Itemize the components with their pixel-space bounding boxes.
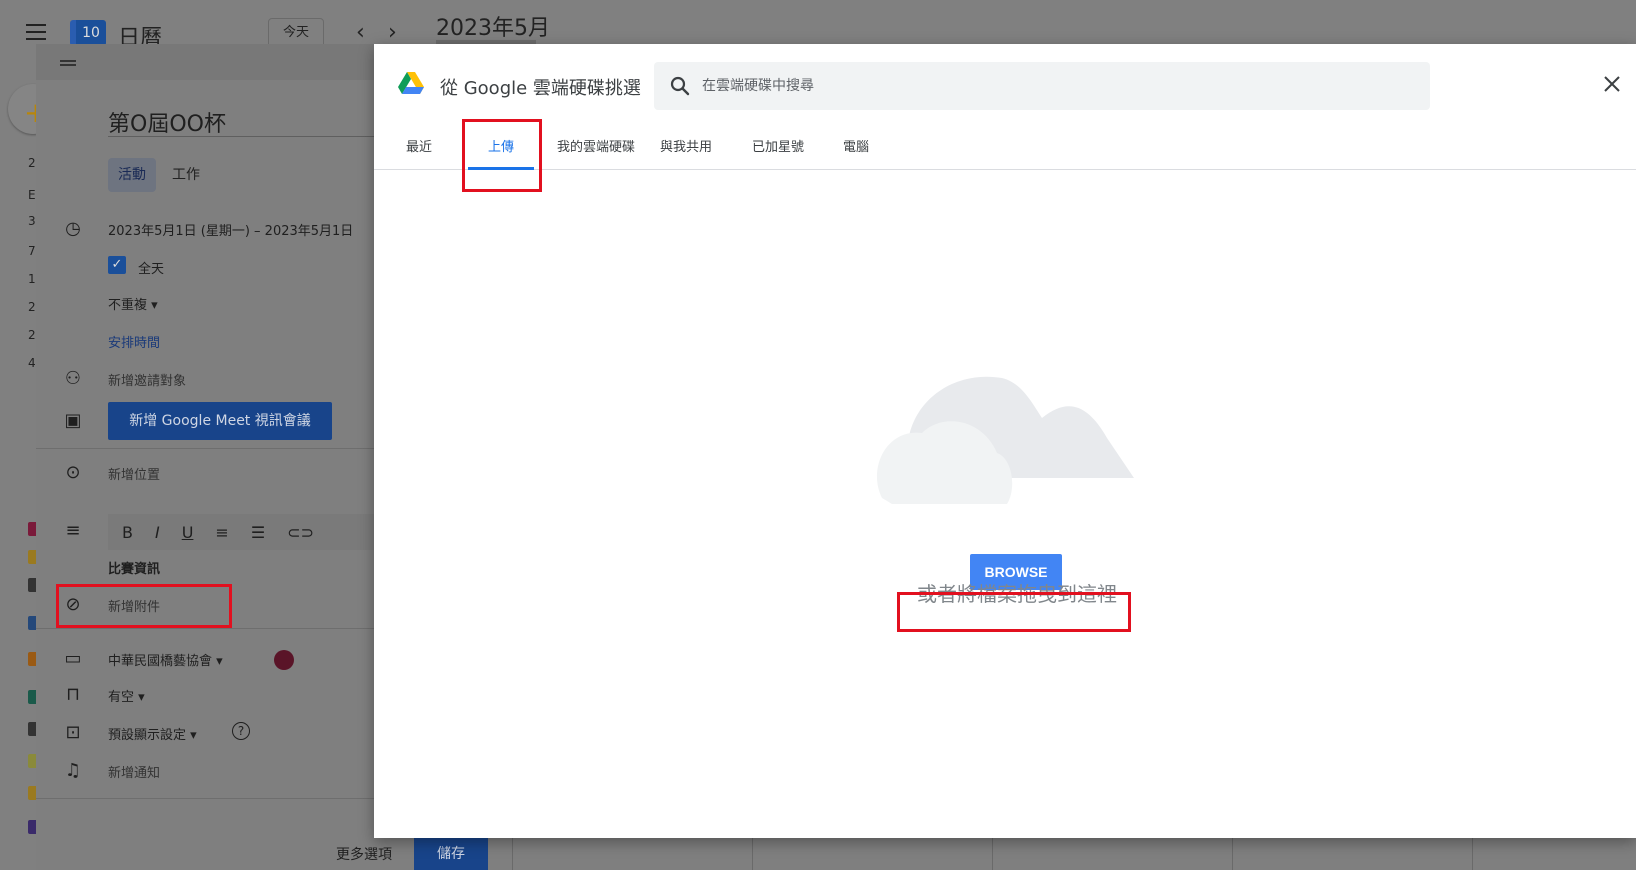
highlight-upload-tab xyxy=(462,119,542,192)
add-location-field[interactable]: 新增位置 xyxy=(108,464,160,483)
drag-handle-icon[interactable] xyxy=(60,60,76,66)
date-range[interactable]: 2023年5月1日 (星期一) – 2023年5月1日 xyxy=(108,220,353,239)
location-icon: ⊙ xyxy=(65,462,81,483)
bold-button[interactable]: B xyxy=(122,523,133,542)
tab-event[interactable]: 活動 xyxy=(108,158,156,192)
ordered-list-button[interactable]: ≡ xyxy=(215,523,228,542)
add-notification-field[interactable]: 新增通知 xyxy=(108,762,160,781)
grid-line xyxy=(752,836,753,870)
mini-calendar-number: 4 xyxy=(28,356,36,370)
tab-task[interactable]: 工作 xyxy=(172,164,200,184)
briefcase-icon: ⊓ xyxy=(65,684,81,705)
event-title-input[interactable]: 第O屆OO杯 xyxy=(108,106,226,138)
lock-icon: ⊡ xyxy=(65,722,81,743)
description-text[interactable]: 比賽資訊 xyxy=(108,558,160,577)
repeat-dropdown[interactable]: 不重複 ▾ xyxy=(108,294,158,313)
title-underline xyxy=(108,136,376,137)
bullet-list-button[interactable]: ☰ xyxy=(251,523,265,542)
tab-starred[interactable]: 已加星號 xyxy=(750,126,806,170)
google-drive-icon xyxy=(398,72,424,94)
search-icon[interactable] xyxy=(668,74,692,98)
month-title: 2023年5月 xyxy=(436,16,550,41)
calendar-icon: ▭ xyxy=(64,648,82,669)
divider xyxy=(36,798,376,799)
more-options-button[interactable]: 更多選項 xyxy=(336,844,392,864)
link-button[interactable]: ⊂⊃ xyxy=(287,523,314,542)
all-day-checkbox[interactable]: ✓ xyxy=(108,256,126,274)
highlight-add-attachment xyxy=(56,584,232,628)
tab-my-drive[interactable]: 我的雲端硬碟 xyxy=(554,126,638,170)
rich-text-toolbar: B I U ≡ ☰ ⊂⊃ xyxy=(108,514,376,550)
italic-button[interactable]: I xyxy=(155,523,160,542)
event-color-picker[interactable] xyxy=(274,650,294,670)
mini-calendar-number: 7 xyxy=(28,244,36,258)
bell-icon: ♫ xyxy=(64,760,82,781)
highlight-drop-hint xyxy=(897,592,1131,632)
help-icon[interactable]: ? xyxy=(232,722,250,740)
editor-top-bar xyxy=(36,44,376,80)
tab-shared-with-me[interactable]: 與我共用 xyxy=(658,126,714,170)
meet-icon: ▣ xyxy=(64,410,82,431)
divider xyxy=(36,448,376,449)
visibility-dropdown[interactable]: 預設顯示設定 ▾ xyxy=(108,724,197,743)
tab-computers[interactable]: 電腦 xyxy=(842,126,870,170)
tab-recent[interactable]: 最近 xyxy=(404,126,434,170)
grid-line xyxy=(1472,836,1473,870)
all-day-label: 全天 xyxy=(138,262,165,277)
next-arrow-icon[interactable]: › xyxy=(388,20,397,45)
calendar-logo: 10 xyxy=(70,20,106,46)
availability-dropdown[interactable]: 有空 ▾ xyxy=(108,686,145,705)
add-guests-field[interactable]: 新增邀請對象 xyxy=(108,370,186,389)
picker-title: 從 Google 雲端硬碟挑選 xyxy=(440,78,641,99)
event-editor-panel xyxy=(36,44,376,870)
schedule-link[interactable]: 安排時間 xyxy=(108,332,160,351)
description-icon: ≡ xyxy=(65,520,81,541)
mini-calendar-number: 2 xyxy=(28,156,36,170)
grid-line xyxy=(992,836,993,870)
calendar-owner-dropdown[interactable]: 中華民國橋藝協會 ▾ xyxy=(108,650,223,669)
save-button[interactable]: 儲存 xyxy=(414,836,488,870)
clock-icon: ◷ xyxy=(65,218,81,239)
close-icon[interactable] xyxy=(1600,72,1624,96)
menu-icon[interactable] xyxy=(26,24,46,40)
divider xyxy=(36,628,376,629)
grid-line xyxy=(1232,836,1233,870)
underline-button[interactable]: U xyxy=(182,523,194,542)
search-box[interactable] xyxy=(654,62,1430,110)
grid-line xyxy=(512,836,513,870)
cloud-upload-illustration xyxy=(876,376,1134,504)
mini-calendar-number: E xyxy=(28,188,36,202)
prev-arrow-icon[interactable]: ‹ xyxy=(356,20,365,45)
search-input[interactable] xyxy=(702,62,1402,110)
add-meet-button[interactable]: 新增 Google Meet 視訊會議 xyxy=(108,402,332,440)
picker-tabs: 最近 上傳 我的雲端硬碟 與我共用 已加星號 電腦 xyxy=(374,126,1636,170)
guests-icon: ⚇ xyxy=(64,368,82,389)
drive-picker-dialog: 從 Google 雲端硬碟挑選 最近 上傳 我的雲端硬碟 與我共用 已加星號 電… xyxy=(374,44,1636,838)
